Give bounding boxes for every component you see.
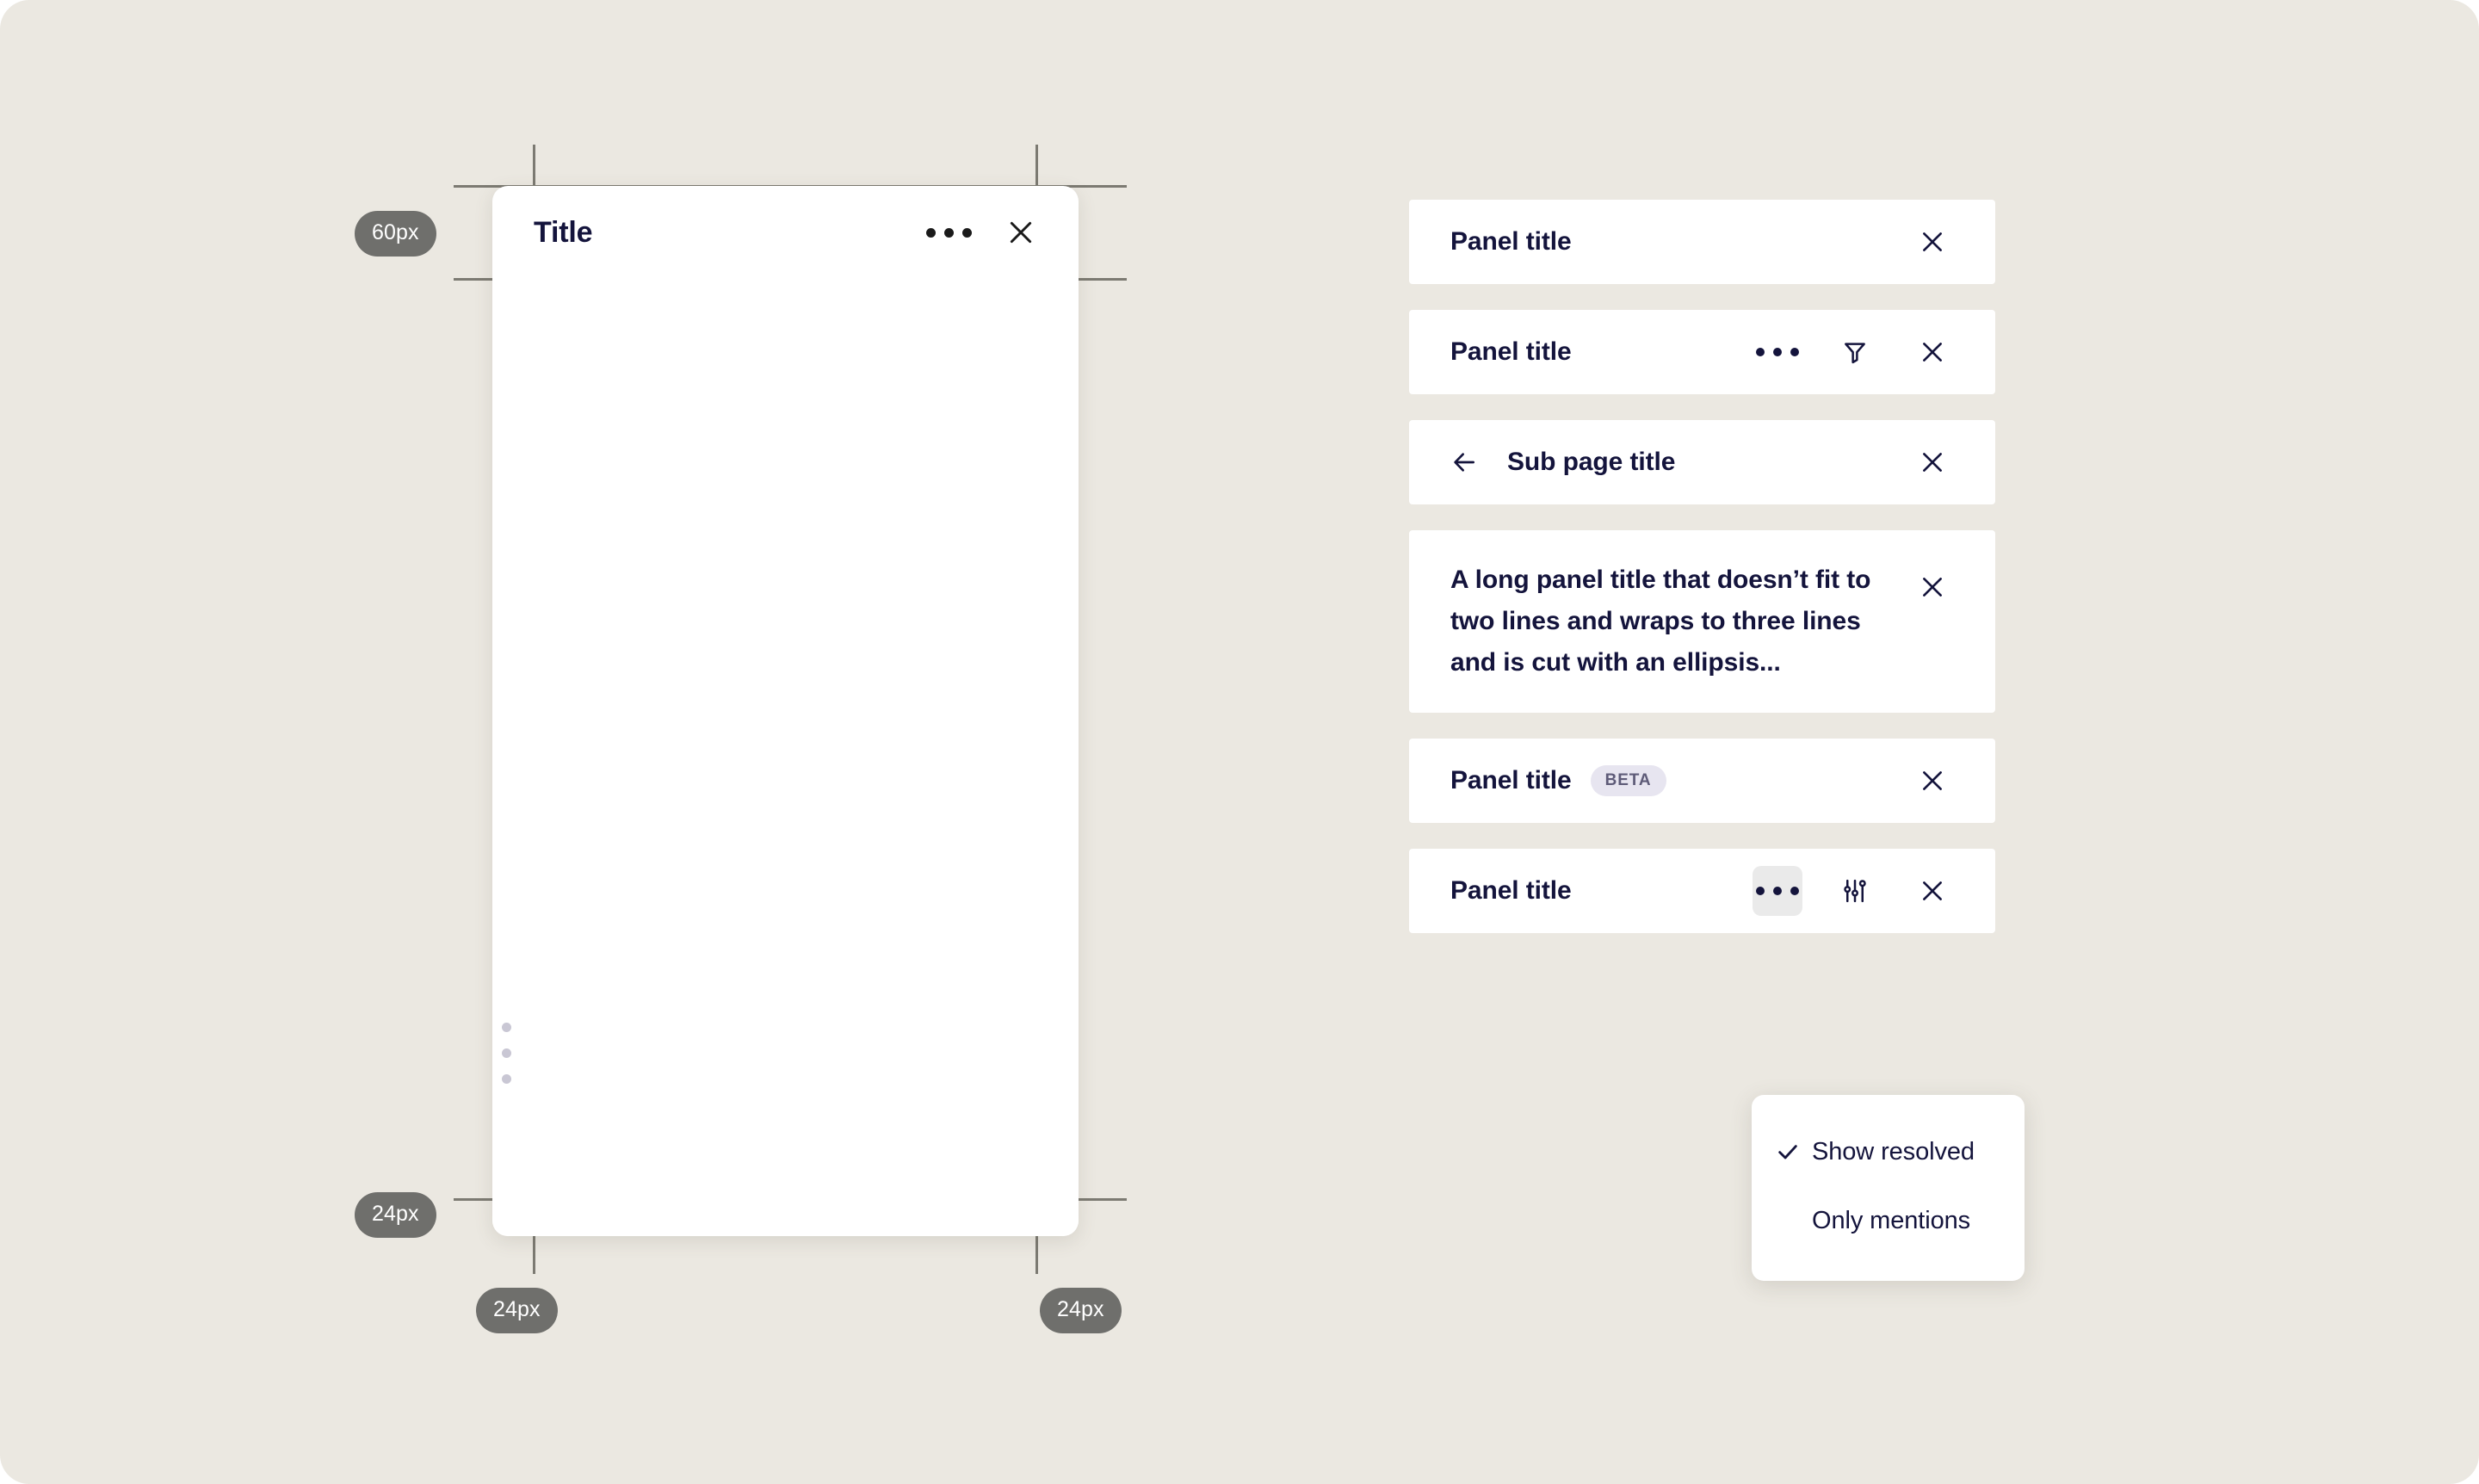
panel-actions: [1753, 310, 1957, 394]
panel-header: Panel title: [1409, 310, 1995, 394]
panel-actions: [1907, 739, 1957, 823]
check-icon: [1776, 1140, 1812, 1164]
panel-header: A long panel title that doesn’t fit to t…: [1409, 530, 1995, 713]
more-horizontal-icon[interactable]: [1753, 866, 1802, 916]
panel-header: Panel title: [1409, 200, 1995, 284]
panel-header: Sub page title: [1409, 420, 1995, 504]
panel-header: Panel title: [1409, 849, 1995, 933]
panel-title: Panel title: [1450, 227, 1572, 256]
panel-examples-column: Panel title Panel title Sub page title A…: [1409, 200, 1995, 959]
panel-actions: [1907, 420, 1957, 504]
left-padding-badge: 24px: [476, 1288, 558, 1333]
menu-item-only-mentions[interactable]: Only mentions: [1752, 1186, 2025, 1255]
header-height-badge: 60px: [355, 211, 436, 257]
panel-with-filter: Panel title: [1409, 310, 1995, 394]
panel-actions: [1907, 200, 1957, 284]
panel-with-beta-badge: Panel title BETA: [1409, 739, 1995, 823]
more-horizontal-icon[interactable]: [1753, 327, 1802, 377]
spec-panel-actions: [926, 218, 1035, 247]
menu-item-show-resolved[interactable]: Show resolved: [1752, 1117, 2025, 1186]
spec-panel-header: Title: [492, 186, 1079, 279]
spec-panel-title: Title: [534, 215, 593, 249]
panel-title-group: Sub page title: [1450, 420, 1907, 504]
drag-handle-dots-icon[interactable]: [502, 1023, 511, 1084]
close-icon[interactable]: [1006, 218, 1035, 247]
status-badge: BETA: [1590, 765, 1666, 796]
design-canvas: 60px 24px 24px 24px Title Panel title Pa…: [0, 0, 2479, 1484]
menu-item-label: Show resolved: [1812, 1137, 1975, 1166]
panel-title: Panel title: [1450, 766, 1572, 795]
panel-header: Panel title BETA: [1409, 739, 1995, 823]
panel-long-title: A long panel title that doesn’t fit to t…: [1409, 530, 1995, 713]
spec-panel: Title: [492, 186, 1079, 1236]
close-icon[interactable]: [1907, 756, 1957, 806]
close-icon[interactable]: [1907, 866, 1957, 916]
panel-title: Sub page title: [1507, 448, 1676, 476]
panel-with-menu-open: Panel title: [1409, 849, 1995, 933]
spec-panel-body: [492, 279, 1079, 1236]
sliders-icon[interactable]: [1830, 866, 1880, 916]
panel-basic: Panel title: [1409, 200, 1995, 284]
close-icon[interactable]: [1907, 562, 1957, 612]
panel-title: Panel title: [1450, 337, 1572, 366]
bottom-padding-badge: 24px: [355, 1192, 436, 1238]
panel-title-group: Panel title BETA: [1450, 739, 1907, 823]
panel-actions: [1753, 849, 1957, 933]
close-icon[interactable]: [1907, 437, 1957, 487]
more-horizontal-icon[interactable]: [926, 227, 972, 238]
panel-sub-page: Sub page title: [1409, 420, 1995, 504]
right-padding-badge: 24px: [1040, 1288, 1122, 1333]
menu-item-label: Only mentions: [1812, 1206, 1971, 1234]
close-icon[interactable]: [1907, 327, 1957, 377]
panel-title: A long panel title that doesn’t fit to t…: [1450, 566, 1871, 677]
dropdown-menu: Show resolved Only mentions: [1752, 1095, 2025, 1281]
check-icon-placeholder: [1776, 1209, 1812, 1233]
close-icon[interactable]: [1907, 217, 1957, 267]
panel-title: Panel title: [1450, 876, 1572, 905]
arrow-left-icon[interactable]: [1450, 448, 1478, 476]
panel-actions: [1907, 530, 1957, 612]
filter-icon[interactable]: [1830, 327, 1880, 377]
